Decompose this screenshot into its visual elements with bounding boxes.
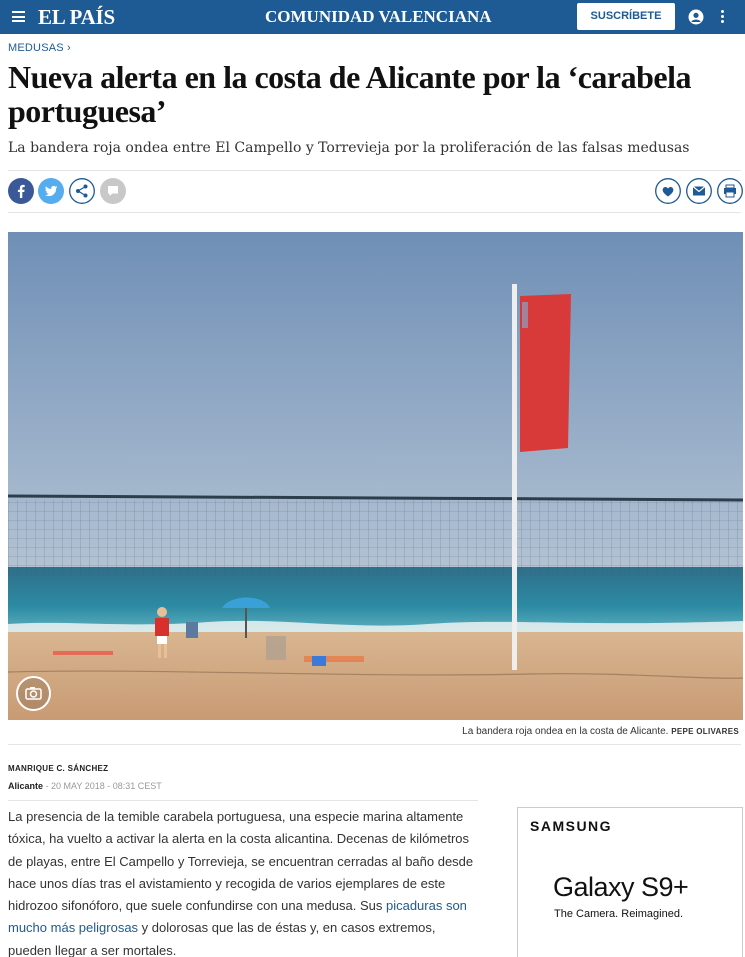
- advertisement[interactable]: SAMSUNG Galaxy S9+ The Camera. Reimagine…: [517, 807, 743, 957]
- divider: [8, 212, 741, 213]
- more-vertical-icon[interactable]: [721, 10, 725, 24]
- ad-model: Galaxy S9+: [553, 872, 689, 902]
- heart-icon[interactable]: [655, 178, 681, 204]
- section-title[interactable]: COMUNIDAD VALENCIANA: [265, 7, 492, 27]
- menu-icon[interactable]: [12, 11, 25, 22]
- print-icon[interactable]: [717, 178, 743, 204]
- dateline: Alicante - 20 MAY 2018 - 08:31 CEST: [8, 781, 162, 791]
- top-navigation-bar: EL PAÍS COMUNIDAD VALENCIANA SUSCRÍBETE: [0, 0, 745, 34]
- publish-date: - 20 MAY 2018 - 08:31 CEST: [45, 781, 162, 791]
- author-name[interactable]: MANRIQUE C. SÁNCHEZ: [8, 764, 108, 773]
- divider: [8, 170, 741, 171]
- article-subheadline: La bandera roja ondea entre El Campello …: [8, 140, 690, 156]
- article-body: La presencia de la temible carabela port…: [8, 806, 478, 957]
- mail-icon[interactable]: [686, 178, 712, 204]
- caption-text: La bandera roja ondea en la costa de Ali…: [462, 726, 669, 737]
- ad-tagline: The Camera. Reimagined.: [554, 908, 684, 920]
- camera-icon[interactable]: [16, 676, 51, 711]
- user-icon[interactable]: [688, 9, 704, 25]
- facebook-icon[interactable]: [8, 178, 34, 204]
- dateline-city: Alicante: [8, 781, 44, 791]
- subscribe-button[interactable]: SUSCRÍBETE: [577, 3, 675, 30]
- share-icon[interactable]: [69, 178, 95, 204]
- comment-icon[interactable]: [100, 178, 126, 204]
- twitter-icon[interactable]: [38, 178, 64, 204]
- site-logo[interactable]: EL PAÍS: [38, 5, 115, 30]
- photo-caption: La bandera roja ondea en la costa de Ali…: [462, 726, 739, 737]
- article-headline: Nueva alerta en la costa de Alicante por…: [8, 59, 692, 129]
- divider: [8, 744, 741, 745]
- photo-credit: PEPE OLIVARES: [671, 727, 739, 736]
- ad-brand: SAMSUNG: [530, 818, 613, 834]
- topic-kicker[interactable]: MEDUSAS ›: [8, 42, 71, 54]
- divider: [8, 800, 478, 801]
- article-photo[interactable]: [8, 232, 743, 720]
